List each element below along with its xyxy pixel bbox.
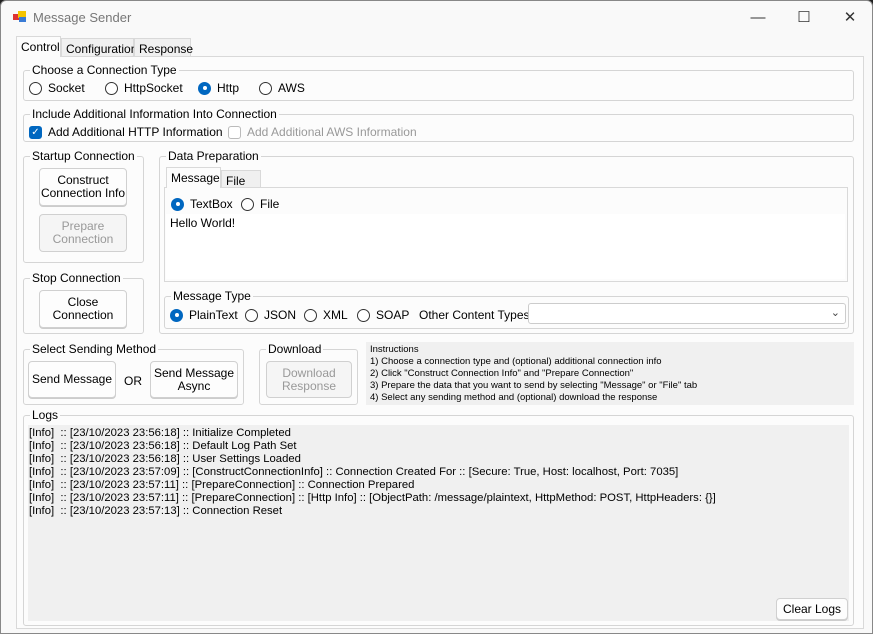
clear-logs-button[interactable]: Clear Logs	[776, 598, 848, 620]
radio-socket[interactable]: Socket	[29, 81, 85, 95]
group-label: Message Type	[171, 289, 253, 303]
log-line: [Info] :: [23/10/2023 23:56:18] :: User …	[29, 453, 301, 465]
instructions-panel: Instructions 1) Choose a connection type…	[366, 342, 854, 405]
send-message-button[interactable]: Send Message	[28, 361, 116, 398]
group-label: Choose a Connection Type	[30, 63, 179, 77]
minimize-button[interactable]: —	[735, 1, 781, 33]
other-content-types-label: Other Content Types	[419, 308, 530, 322]
tab-file[interactable]: File	[221, 170, 261, 188]
radio-aws[interactable]: AWS	[259, 81, 305, 95]
tab-control[interactable]: Control	[16, 36, 61, 57]
tab-configuration[interactable]: Configuration	[61, 38, 137, 57]
group-label: Include Additional Information Into Conn…	[30, 107, 279, 121]
construct-connection-info-button[interactable]: Construct Connection Info	[39, 168, 127, 206]
instruction-line: 3) Prepare the data that you want to sen…	[370, 380, 698, 391]
prepare-connection-button[interactable]: Prepare Connection	[39, 214, 127, 252]
radio-xml[interactable]: XML	[304, 308, 348, 322]
message-textbox[interactable]: Hello World!	[166, 214, 845, 279]
group-label: Logs	[30, 408, 61, 422]
or-label: OR	[124, 374, 142, 388]
radio-json[interactable]: JSON	[245, 308, 296, 322]
group-label: Download	[266, 342, 324, 356]
chevron-down-icon: ⌄	[830, 307, 840, 319]
tab-response[interactable]: Response	[134, 38, 193, 57]
radio-plaintext[interactable]: PlainText	[170, 308, 238, 322]
radio-file[interactable]: File	[241, 197, 279, 211]
group-label: Stop Connection	[30, 271, 123, 285]
window-title: Message Sender	[33, 10, 132, 25]
close-connection-button[interactable]: Close Connection	[39, 290, 127, 328]
instructions-title: Instructions	[370, 344, 419, 355]
other-content-types-combobox[interactable]: ⌄	[528, 303, 846, 324]
close-button[interactable]: ✕	[827, 1, 873, 33]
checkbox-http-info[interactable]: ✓ Add Additional HTTP Information	[29, 125, 223, 139]
log-line: [Info] :: [23/10/2023 23:57:13] :: Conne…	[29, 505, 283, 517]
radio-http[interactable]: Http	[198, 81, 239, 95]
log-line: [Info] :: [23/10/2023 23:57:09] :: [Cons…	[29, 466, 679, 478]
check-icon: ✓	[29, 125, 42, 139]
main-window: Message Sender — ☐ ✕ Control Configurati…	[0, 0, 873, 634]
tab-message[interactable]: Message	[166, 167, 221, 188]
send-message-async-button[interactable]: Send Message Async	[150, 361, 238, 398]
group-label: Select Sending Method	[30, 342, 159, 356]
log-line: [Info] :: [23/10/2023 23:57:11] :: [Prep…	[29, 492, 716, 504]
logs-textbox[interactable]: [Info] :: [23/10/2023 23:56:18] :: Initi…	[28, 425, 849, 621]
app-icon	[13, 11, 27, 23]
download-response-button[interactable]: Download Response	[266, 361, 352, 398]
radio-textbox[interactable]: TextBox	[171, 197, 233, 211]
checkbox-aws-info[interactable]: Add Additional AWS Information	[228, 125, 417, 139]
group-label: Startup Connection	[30, 149, 137, 163]
instruction-line: 4) Select any sending method and (option…	[370, 392, 658, 403]
radio-soap[interactable]: SOAP	[357, 308, 409, 322]
radio-httpsocket[interactable]: HttpSocket	[105, 81, 183, 95]
log-line: [Info] :: [23/10/2023 23:56:18] :: Defau…	[29, 440, 297, 452]
instruction-line: 2) Click "Construct Connection Info" and…	[370, 368, 634, 379]
maximize-button[interactable]: ☐	[781, 1, 827, 33]
log-line: [Info] :: [23/10/2023 23:56:18] :: Initi…	[29, 427, 291, 439]
instruction-line: 1) Choose a connection type and (optiona…	[370, 356, 662, 367]
group-label: Data Preparation	[166, 149, 261, 163]
log-line: [Info] :: [23/10/2023 23:57:11] :: [Prep…	[29, 479, 415, 491]
